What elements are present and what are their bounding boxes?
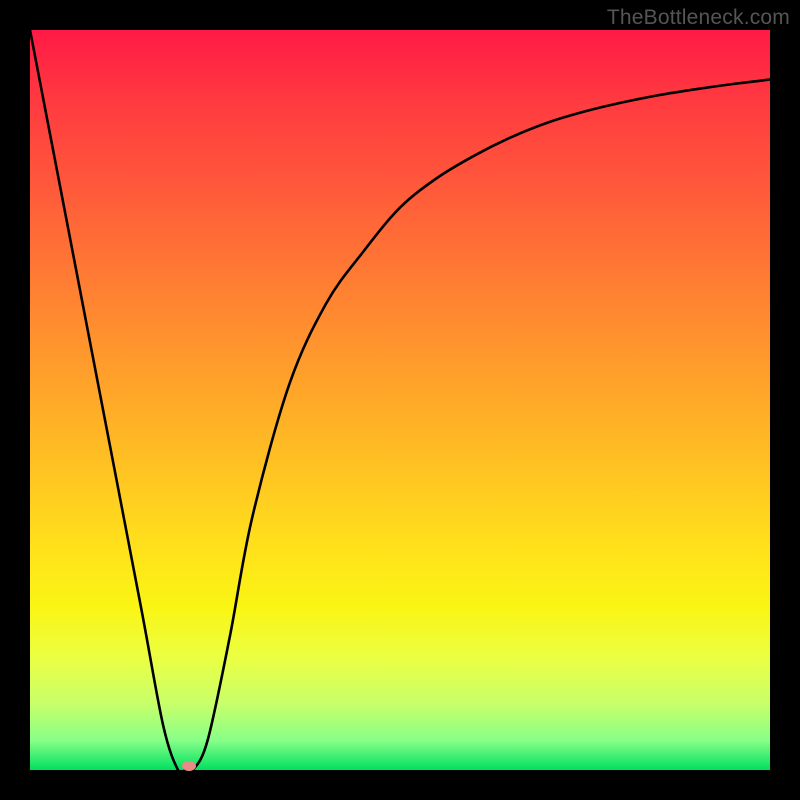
optimal-point-marker xyxy=(182,761,196,771)
bottleneck-curve-path xyxy=(30,30,770,770)
watermark-text: TheBottleneck.com xyxy=(607,6,790,30)
plot-area xyxy=(30,30,770,770)
chart-container: TheBottleneck.com xyxy=(0,0,800,800)
bottleneck-curve-svg xyxy=(30,30,770,770)
